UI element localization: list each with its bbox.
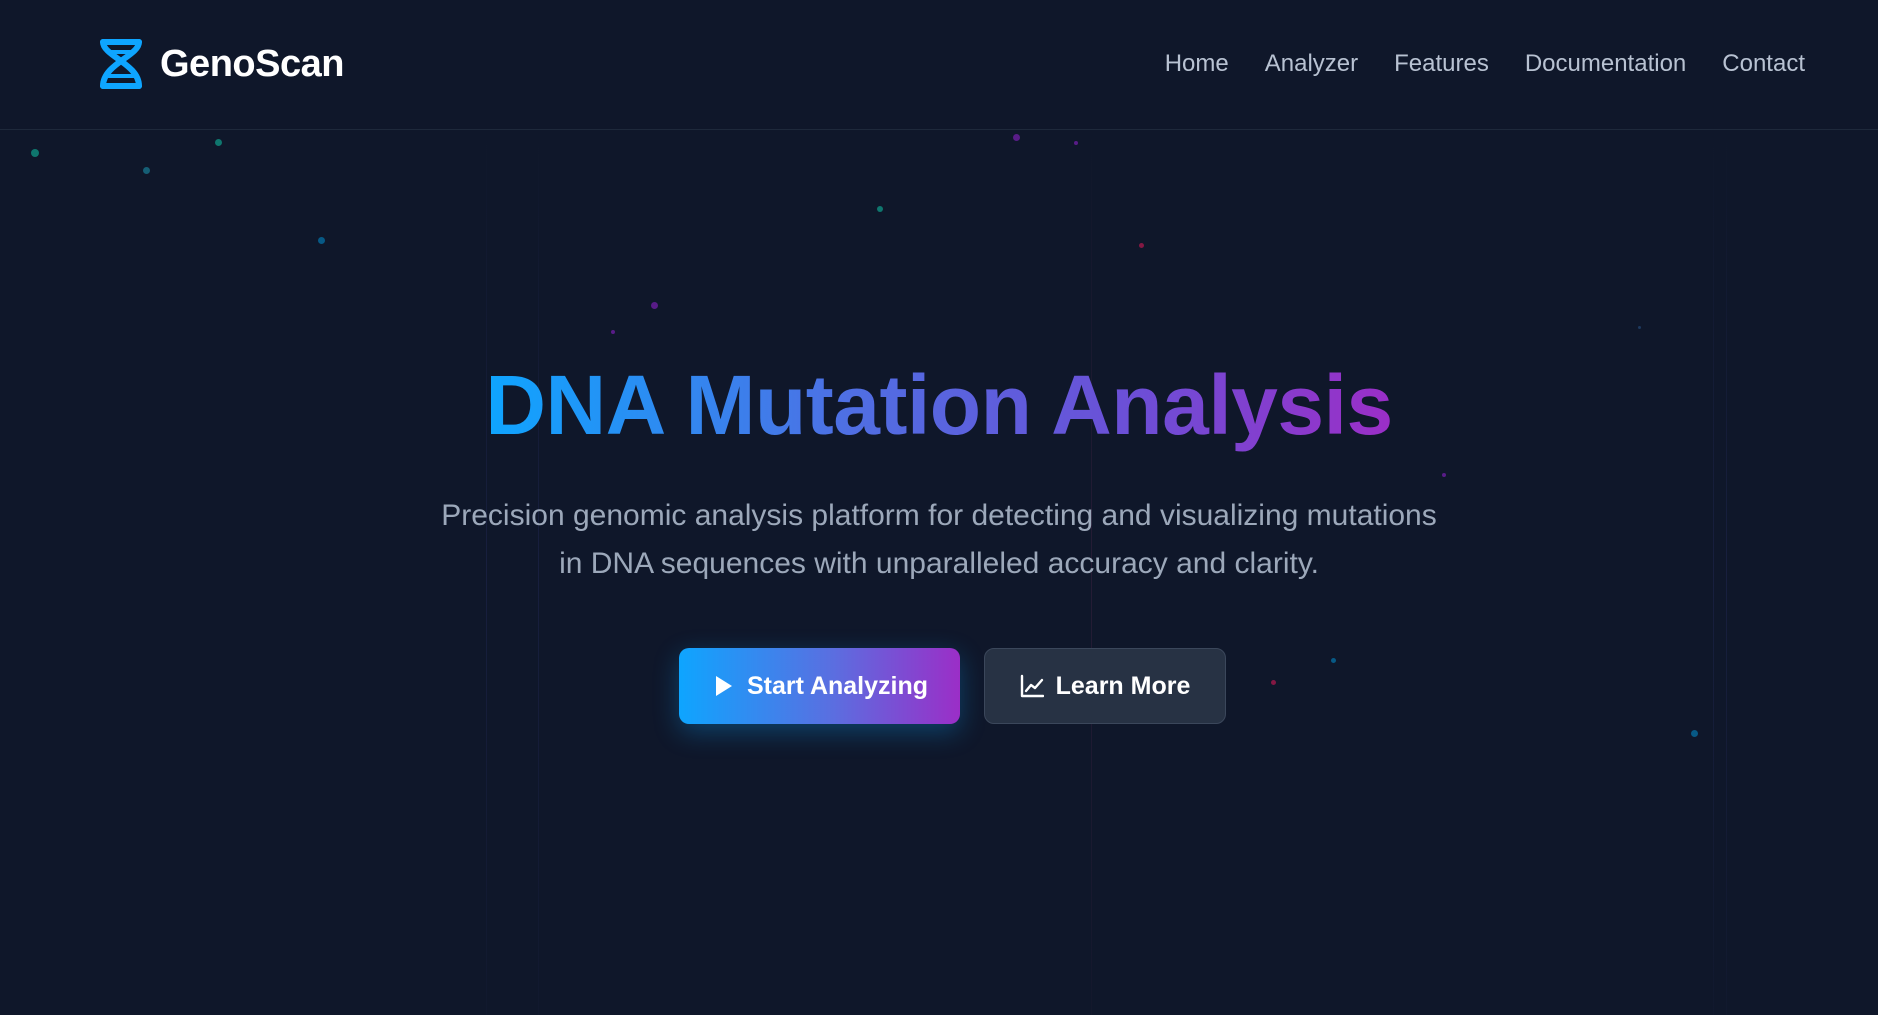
background-line xyxy=(1713,130,1714,1015)
particle xyxy=(1442,473,1446,477)
hero-title-text: DNA Mutation Analysis xyxy=(485,358,1393,452)
particle xyxy=(31,149,39,157)
start-analyzing-button[interactable]: Start Analyzing xyxy=(679,648,960,724)
particle xyxy=(1691,730,1698,737)
hero-title: DNA Mutation Analysis xyxy=(0,350,1878,460)
brand-logo[interactable]: GenoScan xyxy=(98,38,344,90)
particle xyxy=(1271,680,1276,685)
nav-documentation[interactable]: Documentation xyxy=(1525,47,1686,81)
particle xyxy=(1331,658,1336,663)
chart-line-icon xyxy=(1020,674,1044,698)
nav-analyzer[interactable]: Analyzer xyxy=(1265,47,1358,81)
main-nav: Home Analyzer Features Documentation Con… xyxy=(1165,47,1805,81)
nav-features[interactable]: Features xyxy=(1394,47,1489,81)
particle xyxy=(143,167,150,174)
particle xyxy=(1638,326,1641,329)
nav-contact[interactable]: Contact xyxy=(1722,47,1805,81)
learn-more-button[interactable]: Learn More xyxy=(984,648,1226,724)
particle xyxy=(877,206,883,212)
particle xyxy=(651,302,658,309)
particle xyxy=(1139,243,1144,248)
site-header: GenoScan Home Analyzer Features Document… xyxy=(0,0,1878,130)
particle xyxy=(611,330,615,334)
learn-more-label: Learn More xyxy=(1055,671,1191,700)
particle xyxy=(1074,141,1078,145)
particle xyxy=(215,139,222,146)
dna-icon xyxy=(100,39,142,89)
brand-name: GenoScan xyxy=(160,42,344,85)
start-analyzing-label: Start Analyzing xyxy=(746,671,929,700)
background-line xyxy=(1726,130,1727,1015)
particle xyxy=(1013,134,1020,141)
hero-subtitle: Precision genomic analysis platform for … xyxy=(441,499,1437,580)
particle xyxy=(318,237,325,244)
play-icon xyxy=(715,676,732,696)
nav-home[interactable]: Home xyxy=(1165,47,1229,81)
